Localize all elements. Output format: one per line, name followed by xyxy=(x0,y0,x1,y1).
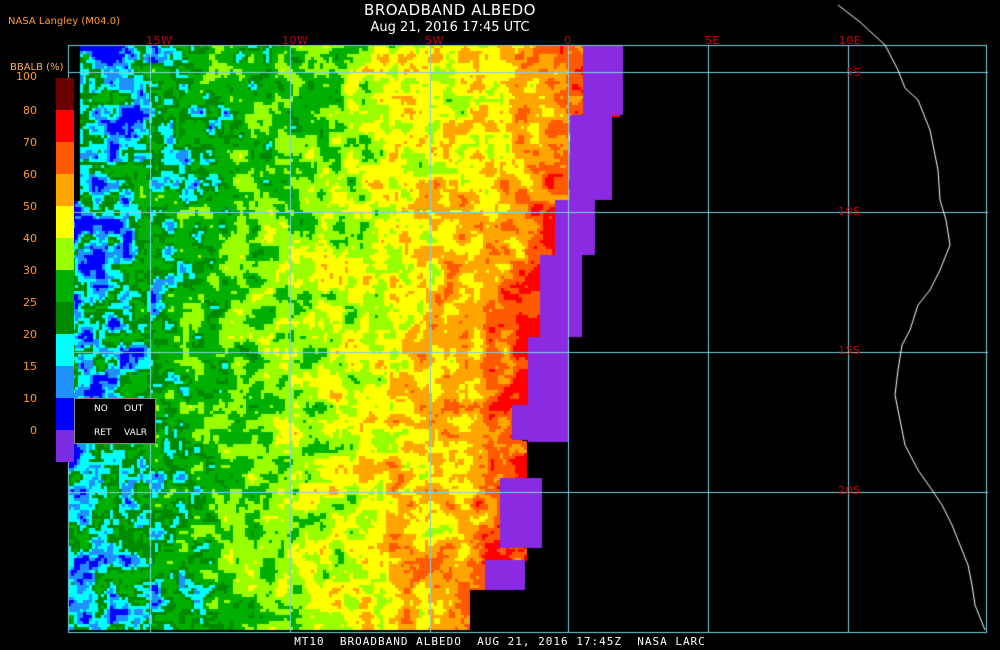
legend-tick: 70 xyxy=(23,136,37,149)
lat-label: 5S xyxy=(846,66,861,79)
legend-tick: 25 xyxy=(23,296,37,309)
lon-label: 15W xyxy=(146,34,173,47)
lat-label: 20S xyxy=(838,484,861,497)
legend-tick: 60 xyxy=(23,168,37,181)
lon-label: 5E xyxy=(705,34,720,47)
legend-color-swatch xyxy=(56,366,74,398)
legend-flag-valr: VALR xyxy=(124,428,148,438)
legend-color-swatch xyxy=(56,142,74,174)
lon-label: 0 xyxy=(564,34,572,47)
legend-color-swatch xyxy=(56,110,74,142)
legend-flag-no: NO xyxy=(94,404,108,414)
legend-color-swatch xyxy=(56,78,74,110)
legend-tick: 20 xyxy=(23,328,37,341)
lon-label: 10E xyxy=(839,34,862,47)
lon-label: 5W xyxy=(425,34,444,47)
legend-flag-out: OUT xyxy=(124,404,144,414)
map-title: BROADBAND ALBEDO xyxy=(364,1,536,19)
legend-tick: 15 xyxy=(23,360,37,373)
legend-color-swatch xyxy=(56,174,74,206)
legend-tick: 30 xyxy=(23,264,37,277)
legend-tick: 80 xyxy=(23,104,37,117)
legend-tick: 40 xyxy=(23,232,37,245)
legend-flag-ret: RET xyxy=(94,428,112,438)
legend-color-swatch xyxy=(56,206,74,238)
legend-tick: 10 xyxy=(23,392,37,405)
legend-color-swatch xyxy=(56,302,74,334)
albedo-map-canvas xyxy=(0,0,1000,650)
legend-tick: 50 xyxy=(23,200,37,213)
legend-color-swatch xyxy=(56,334,74,366)
legend-tick: 100 xyxy=(16,70,37,83)
map-datetime: Aug 21, 2016 17:45 UTC xyxy=(370,20,530,35)
lat-label: 15S xyxy=(838,344,861,357)
legend-color-swatch xyxy=(56,430,74,462)
legend-tick: 0 xyxy=(30,424,37,437)
legend-color-swatch xyxy=(56,270,74,302)
footer-caption: MT10 BROADBAND ALBEDO AUG 21, 2016 17:45… xyxy=(294,635,706,648)
legend-color-swatch xyxy=(56,238,74,270)
lon-label: 10W xyxy=(282,34,309,47)
legend-color-swatch xyxy=(56,398,74,430)
lat-label: 10S xyxy=(838,205,861,218)
